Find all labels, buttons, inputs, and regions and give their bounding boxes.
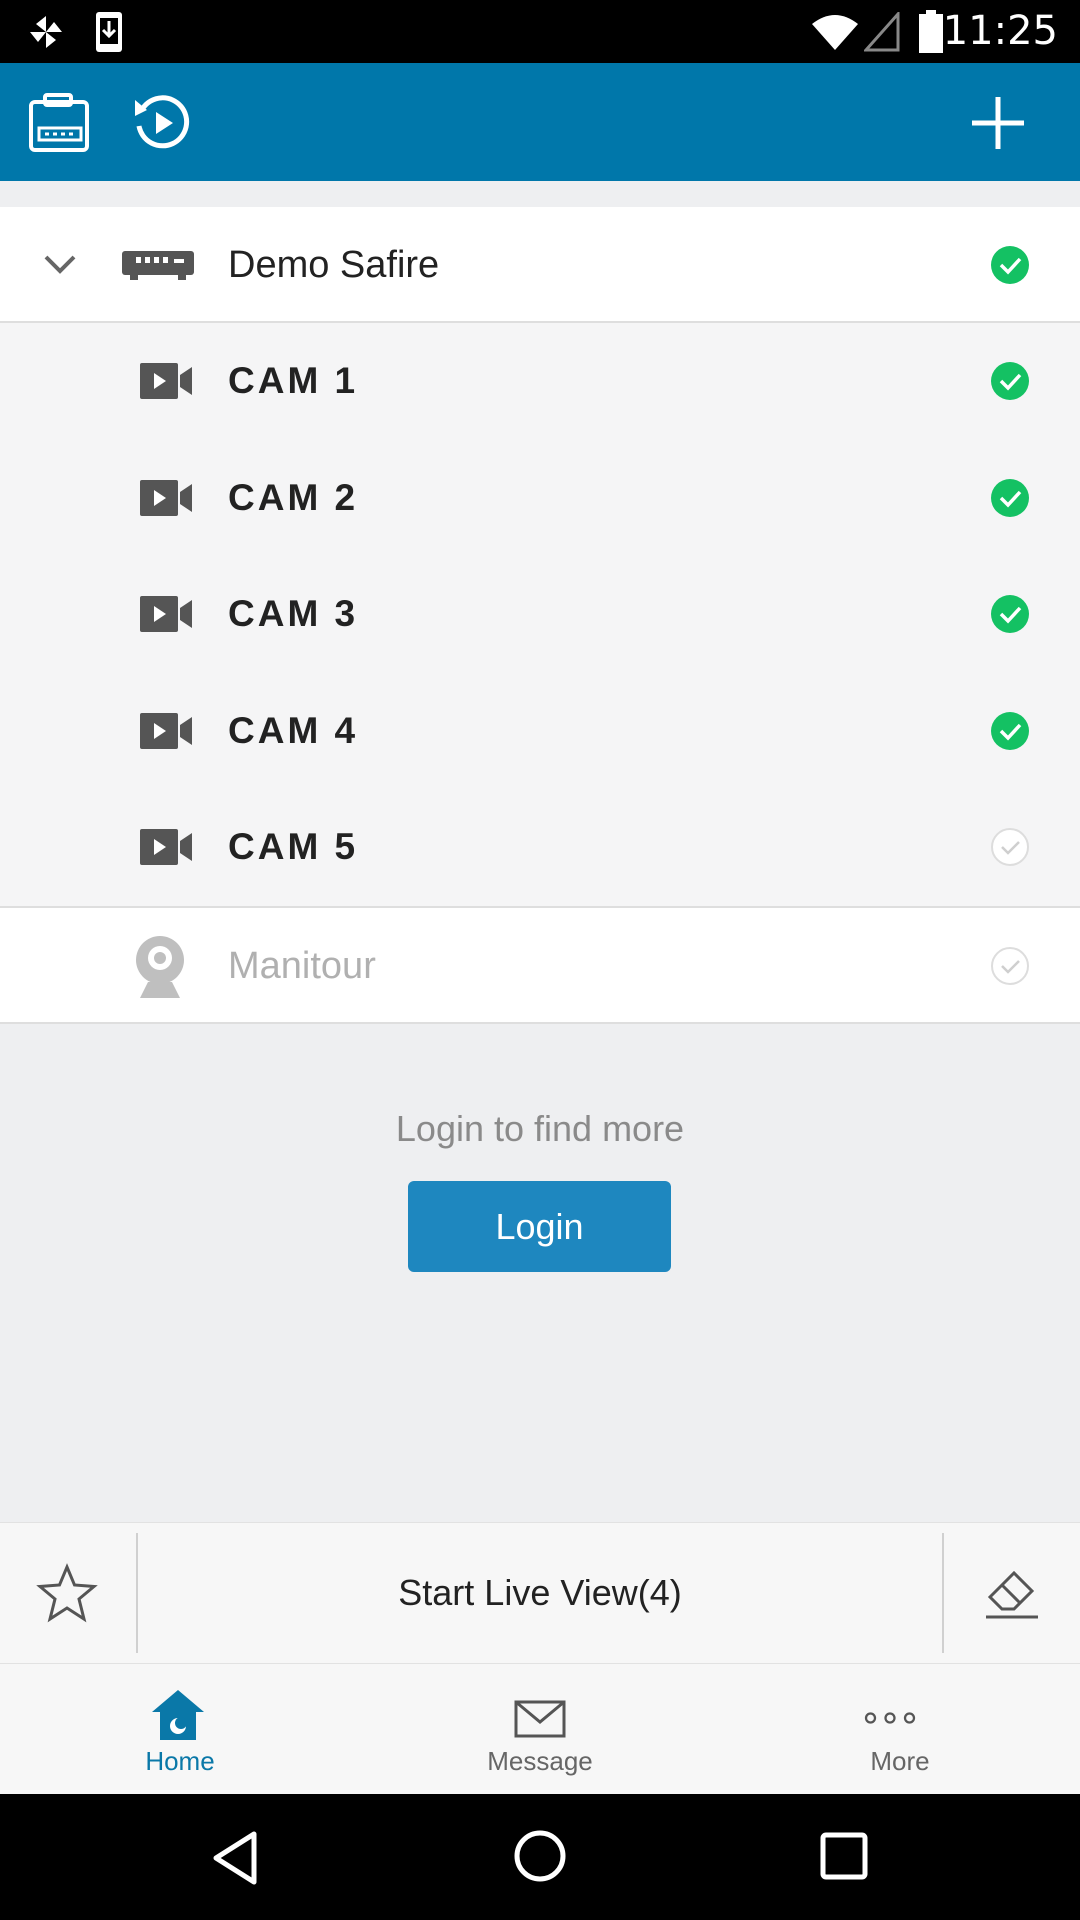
check-circle-icon: [991, 246, 1029, 284]
playback-icon: [135, 95, 190, 149]
bottom-nav: Home Message More: [0, 1664, 1080, 1794]
login-hint: Login to find more: [395, 1108, 685, 1149]
device-name: Demo Safire: [228, 243, 440, 286]
camera-icon: [140, 712, 192, 749]
home-icon: [152, 1690, 204, 1740]
nav-home-label: Home: [145, 1746, 215, 1776]
camera-icon: [140, 363, 192, 399]
camera-label: CAM 5: [228, 826, 359, 868]
check-circle-icon: [991, 711, 1029, 750]
chevron-down-icon[interactable]: [42, 253, 78, 277]
nav-more[interactable]: More: [720, 1664, 1080, 1794]
signal-icon: [864, 12, 900, 52]
camera-row[interactable]: CAM 5: [0, 789, 1080, 905]
battery-icon: [919, 10, 943, 53]
nav-more-label: More: [870, 1746, 930, 1776]
camera-row[interactable]: CAM 4: [0, 673, 1080, 789]
nav-message[interactable]: Message: [360, 1664, 720, 1794]
camera-row[interactable]: CAM 3: [0, 556, 1080, 672]
more-icon: [864, 1712, 916, 1724]
camera-row[interactable]: CAM 2: [0, 440, 1080, 556]
dvr-icon: [122, 251, 194, 280]
divider: [0, 1022, 1080, 1024]
device-list-icon: [29, 93, 89, 152]
device-list-button[interactable]: [18, 83, 98, 163]
eraser-icon[interactable]: [984, 1563, 1040, 1621]
camera-label: CAM 3: [228, 593, 359, 635]
check-circle-icon: [991, 478, 1029, 517]
nav-home[interactable]: Home: [0, 1664, 360, 1794]
check-circle-icon: [991, 362, 1029, 400]
other-device-name: Manitour: [228, 944, 376, 987]
device-row[interactable]: Demo Safire: [0, 207, 1080, 323]
message-icon: [514, 1700, 566, 1738]
login-button[interactable]: Login: [408, 1181, 671, 1272]
playback-button[interactable]: [122, 83, 202, 163]
system-nav-bar: [0, 1794, 1080, 1920]
app-bar: [0, 63, 1080, 181]
pinwheel-icon: [30, 16, 62, 48]
status-bar: 11:25: [0, 0, 1080, 63]
recents-icon[interactable]: [820, 1832, 868, 1880]
start-live-view-button[interactable]: Start Live View(4): [138, 1523, 942, 1663]
camera-icon: [140, 479, 192, 516]
camera-label: CAM 1: [228, 360, 359, 401]
nav-message-label: Message: [487, 1746, 593, 1776]
add-device-button[interactable]: [958, 83, 1038, 163]
camera-row[interactable]: CAM 1: [0, 323, 1080, 439]
webcam-icon: [136, 936, 184, 998]
star-icon[interactable]: [36, 1563, 98, 1623]
other-device-row[interactable]: Manitour: [0, 908, 1080, 1024]
add-icon: [972, 97, 1024, 149]
camera-list: CAM 1 CAM 2 CAM 3 CAM 4 CAM 5: [0, 323, 1080, 906]
download-icon: [96, 12, 122, 52]
camera-label: CAM 2: [228, 476, 359, 518]
check-circle-icon: [991, 828, 1029, 867]
check-circle-icon: [991, 595, 1029, 634]
separator: [942, 1533, 944, 1653]
home-circle-icon[interactable]: [512, 1828, 568, 1884]
camera-icon: [140, 596, 192, 633]
wifi-icon: [812, 15, 858, 50]
check-circle-icon: [991, 947, 1029, 985]
clock: 11:25: [942, 8, 1058, 54]
back-icon[interactable]: [210, 1830, 260, 1886]
action-bar: Start Live View(4): [0, 1522, 1080, 1665]
camera-icon: [140, 829, 192, 866]
camera-label: CAM 4: [228, 709, 359, 751]
